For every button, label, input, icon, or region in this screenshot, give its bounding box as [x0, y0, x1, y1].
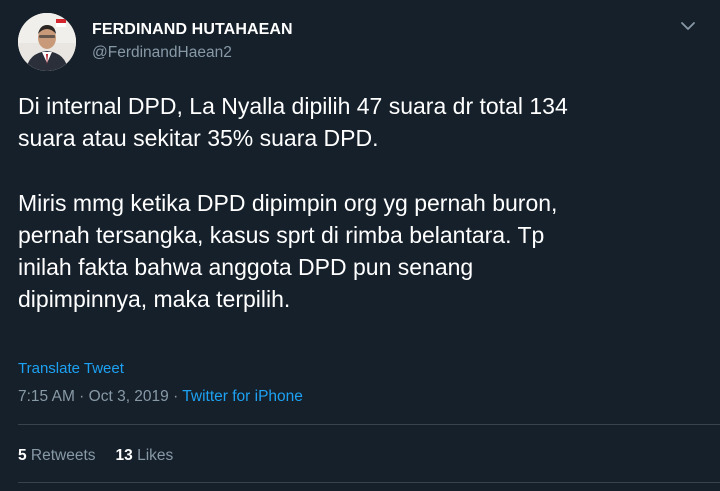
translate-tweet-link[interactable]: Translate Tweet — [18, 360, 124, 377]
tweet-text-line: suara atau sekitar 35% suara DPD. — [18, 125, 379, 151]
tweet-stats: 5 Retweets 13 Likes — [18, 447, 173, 465]
tweet-text-line: Miris mmg ketika DPD dipimpin org yg per… — [18, 190, 558, 216]
likes-stat[interactable]: 13 Likes — [116, 447, 174, 464]
meta-separator: · — [74, 388, 89, 405]
tweet-card: FERDINAND HUTAHAEAN @FerdinandHaean2 Di … — [0, 0, 720, 491]
likes-label: Likes — [132, 447, 174, 464]
divider — [18, 424, 720, 425]
avatar-image — [18, 13, 76, 71]
avatar[interactable] — [18, 13, 76, 71]
chevron-down-icon[interactable] — [678, 16, 698, 36]
meta-separator: · — [168, 388, 183, 405]
divider — [18, 482, 720, 483]
tweet-time[interactable]: 7:15 AM — [18, 388, 75, 405]
author-handle[interactable]: @FerdinandHaean2 — [92, 44, 232, 62]
author-display-name[interactable]: FERDINAND HUTAHAEAN — [92, 21, 293, 39]
retweets-label: Retweets — [26, 447, 96, 464]
tweet-text-line: dipimpinnya, maka terpilih. — [18, 286, 291, 312]
tweet-metadata: 7:15 AM · Oct 3, 2019 · Twitter for iPho… — [18, 388, 303, 406]
tweet-date[interactable]: Oct 3, 2019 — [89, 388, 169, 405]
tweet-text-line: Di internal DPD, La Nyalla dipilih 47 su… — [18, 93, 568, 119]
tweet-text: Di internal DPD, La Nyalla dipilih 47 su… — [18, 90, 708, 315]
retweets-count: 5 — [18, 447, 27, 464]
retweets-stat[interactable]: 5 Retweets — [18, 447, 96, 464]
tweet-text-line: pernah tersangka, kasus sprt di rimba be… — [18, 222, 545, 248]
tweet-text-line: inilah fakta bahwa anggota DPD pun senan… — [18, 254, 474, 280]
likes-count: 13 — [115, 447, 133, 464]
tweet-source-link[interactable]: Twitter for iPhone — [182, 388, 303, 405]
